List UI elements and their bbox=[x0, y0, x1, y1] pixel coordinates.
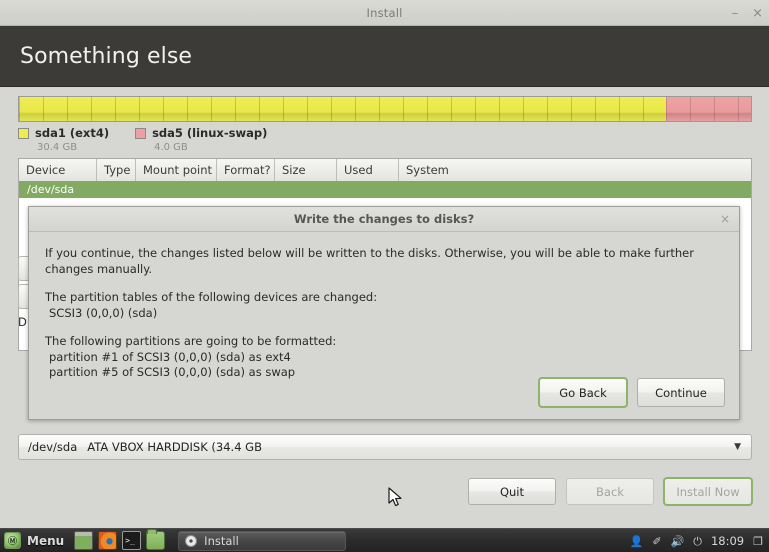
column-header-size[interactable]: Size bbox=[275, 159, 337, 181]
dialog-tables-heading: The partition tables of the following de… bbox=[45, 290, 378, 304]
close-icon[interactable]: × bbox=[752, 7, 763, 20]
window-titlebar: Install – × bbox=[0, 0, 769, 26]
dialog-format-heading: The following partitions are going to be… bbox=[45, 334, 337, 348]
chevron-down-icon[interactable]: ▼ bbox=[734, 442, 741, 452]
window-title: Install bbox=[366, 5, 403, 20]
column-header-mountpoint[interactable]: Mount point bbox=[136, 159, 217, 181]
screen: Install – × Something else sda1 (ext4) 3… bbox=[0, 0, 769, 552]
system-tray: 👤 ✐ 🔊 ⏻ 18:09 ❐ bbox=[630, 529, 763, 552]
partition-legend: sda1 (ext4) 30.4 GB sda5 (linux-swap) 4.… bbox=[18, 126, 267, 153]
column-header-type[interactable]: Type bbox=[97, 159, 136, 181]
page-header: Something else bbox=[0, 26, 769, 87]
dialog-close-icon[interactable]: × bbox=[720, 212, 730, 226]
table-row[interactable]: /dev/sda bbox=[19, 181, 751, 198]
dialog-paragraph-intro: If you continue, the changes listed belo… bbox=[45, 246, 694, 276]
page-title: Something else bbox=[20, 43, 193, 69]
continue-button[interactable]: Continue bbox=[637, 378, 725, 407]
write-changes-dialog: Write the changes to disks? × If you con… bbox=[28, 206, 740, 420]
dialog-tables-item: SCSI3 (0,0,0) (sda) bbox=[49, 305, 158, 320]
user-icon[interactable]: 👤 bbox=[630, 536, 644, 547]
dialog-format-item-1: partition #1 of SCSI3 (0,0,0) (sda) as e… bbox=[49, 349, 291, 364]
dialog-title: Write the changes to disks? bbox=[293, 212, 475, 226]
dialog-paragraph-format: The following partitions are going to be… bbox=[45, 334, 723, 381]
legend-swatch-icon bbox=[18, 127, 29, 139]
legend-swatch-icon bbox=[135, 127, 147, 139]
legend-item-sda5: sda5 (linux-swap) 4.0 GB bbox=[135, 126, 267, 153]
column-header-system[interactable]: System bbox=[399, 159, 751, 181]
legend-label: sda5 (linux-swap) bbox=[152, 126, 268, 140]
window-controls: – × bbox=[732, 0, 763, 26]
column-header-format[interactable]: Format? bbox=[217, 159, 275, 181]
legend-item-sda1: sda1 (ext4) 30.4 GB bbox=[18, 126, 109, 153]
clock[interactable]: 18:09 bbox=[711, 534, 744, 548]
boot-loader-device-path: /dev/sda bbox=[28, 440, 78, 454]
column-header-device[interactable]: Device bbox=[19, 159, 97, 181]
quit-button[interactable]: Quit bbox=[468, 478, 556, 505]
minimize-icon[interactable]: – bbox=[732, 7, 739, 20]
column-header-used[interactable]: Used bbox=[337, 159, 399, 181]
legend-label: sda1 (ext4) bbox=[35, 126, 110, 140]
back-button[interactable]: Back bbox=[566, 478, 654, 505]
terminal-icon[interactable]: >_ bbox=[122, 531, 142, 550]
boot-loader-device-description: ATA VBOX HARDDISK (34.4 GB bbox=[87, 440, 262, 454]
go-back-button[interactable]: Go Back bbox=[538, 377, 628, 408]
logout-icon[interactable]: ⏻ bbox=[693, 536, 702, 547]
install-now-button[interactable]: Install Now bbox=[663, 477, 753, 506]
mint-menu-icon[interactable]: Ⓜ bbox=[4, 532, 21, 549]
dialog-button-bar: Go Back Continue bbox=[538, 377, 725, 408]
menu-button[interactable]: Menu bbox=[27, 534, 64, 548]
dialog-paragraph-tables: The partition tables of the following de… bbox=[45, 290, 723, 321]
partition-bar[interactable] bbox=[18, 96, 752, 122]
partition-segment-sda5[interactable] bbox=[666, 97, 751, 121]
dialog-titlebar: Write the changes to disks? × bbox=[29, 207, 739, 232]
window-list-icon[interactable]: ❐ bbox=[753, 536, 763, 547]
pen-icon[interactable]: ✐ bbox=[652, 536, 661, 547]
file-manager-icon[interactable] bbox=[146, 529, 166, 550]
volume-icon[interactable]: 🔊 bbox=[671, 536, 685, 547]
taskbar-window-label: Install bbox=[204, 533, 239, 548]
partition-segment-sda1[interactable] bbox=[19, 97, 667, 121]
table-header-row: Device Type Mount point Format? Size Use… bbox=[19, 159, 751, 181]
boot-loader-label: D bbox=[18, 315, 27, 329]
boot-loader-device-select[interactable]: /dev/sda ATA VBOX HARDDISK (34.4 GB ▼ bbox=[18, 434, 752, 460]
legend-size: 30.4 GB bbox=[37, 142, 78, 153]
boot-loader-device-value: /dev/sda ATA VBOX HARDDISK (34.4 GB bbox=[28, 440, 262, 454]
show-desktop-icon[interactable] bbox=[74, 531, 94, 550]
taskbar: Ⓜ Menu >_ Install 👤 ✐ 🔊 ⏻ 18:09 ❐ bbox=[0, 528, 769, 552]
taskbar-window-install[interactable]: Install bbox=[178, 530, 347, 551]
legend-size: 4.0 GB bbox=[154, 142, 188, 153]
footer-button-bar: Quit Back Install Now bbox=[468, 477, 753, 506]
installer-disc-icon bbox=[185, 534, 198, 547]
dialog-body: If you continue, the changes listed belo… bbox=[29, 232, 739, 381]
firefox-icon[interactable] bbox=[98, 531, 118, 550]
